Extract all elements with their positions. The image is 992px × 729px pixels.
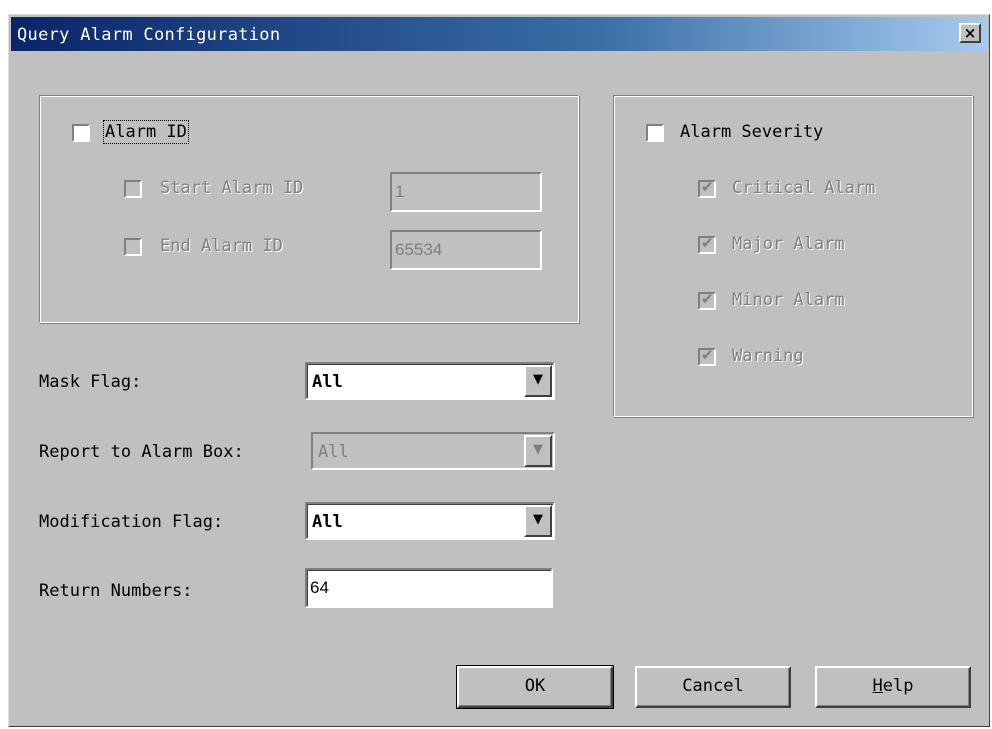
chevron-down-icon[interactable]: ▼: [524, 435, 552, 467]
query-alarm-dialog: Query Alarm Configuration × Alarm ID Sta…: [8, 14, 990, 727]
alarm-severity-group: Alarm Severity ✔ Critical Alarm ✔ Major …: [613, 95, 973, 417]
checkmark-icon: ✔: [701, 290, 714, 308]
cancel-button[interactable]: Cancel: [635, 666, 791, 708]
start-alarm-id-label: Start Alarm ID: [160, 178, 304, 198]
alarm-severity-checkbox[interactable]: [646, 124, 664, 142]
end-alarm-id-label: End Alarm ID: [160, 236, 283, 256]
chevron-down-icon[interactable]: ▼: [524, 365, 552, 397]
report-to-alarm-box-select[interactable]: All ▼: [311, 432, 555, 470]
chevron-down-icon[interactable]: ▼: [524, 505, 552, 537]
minor-alarm-checkbox[interactable]: ✔: [698, 290, 716, 310]
critical-alarm-checkbox[interactable]: ✔: [698, 178, 716, 198]
report-to-alarm-box-value: All: [318, 442, 349, 462]
return-numbers-label: Return Numbers:: [39, 581, 193, 601]
return-numbers-input[interactable]: 64: [305, 568, 553, 608]
start-alarm-id-input[interactable]: 1: [390, 172, 542, 212]
warning-label: Warning: [732, 346, 804, 366]
modification-flag-select[interactable]: All ▼: [305, 502, 555, 540]
minor-alarm-label: Minor Alarm: [732, 290, 845, 310]
start-alarm-id-checkbox[interactable]: [124, 180, 142, 198]
major-alarm-label: Major Alarm: [732, 234, 845, 254]
alarm-id-label[interactable]: Alarm ID: [103, 120, 189, 144]
alarm-id-checkbox[interactable]: [72, 124, 90, 142]
end-alarm-id-checkbox[interactable]: [124, 238, 142, 256]
close-icon[interactable]: ×: [959, 23, 981, 43]
checkmark-icon: ✔: [701, 178, 714, 196]
mask-flag-select[interactable]: All ▼: [305, 362, 555, 400]
end-alarm-id-input[interactable]: 65534: [390, 230, 542, 270]
warning-checkbox[interactable]: ✔: [698, 346, 716, 366]
dialog-title: Query Alarm Configuration: [17, 25, 281, 45]
help-accelerator: H: [872, 676, 883, 696]
report-to-alarm-box-label: Report to Alarm Box:: [39, 442, 244, 462]
modification-flag-value: All: [312, 512, 343, 532]
mask-flag-label: Mask Flag:: [39, 372, 142, 392]
help-label: elp: [882, 676, 914, 696]
help-button[interactable]: Help: [815, 666, 971, 708]
modification-flag-label: Modification Flag:: [39, 512, 224, 532]
alarm-id-group: Alarm ID Start Alarm ID 1 End Alarm ID 6…: [39, 95, 579, 323]
checkmark-icon: ✔: [701, 234, 714, 252]
mask-flag-value: All: [312, 372, 343, 392]
alarm-severity-label[interactable]: Alarm Severity: [680, 122, 823, 142]
major-alarm-checkbox[interactable]: ✔: [698, 234, 716, 254]
ok-button[interactable]: OK: [456, 665, 614, 709]
title-bar[interactable]: Query Alarm Configuration ×: [11, 17, 987, 51]
checkmark-icon: ✔: [701, 346, 714, 364]
critical-alarm-label: Critical Alarm: [732, 178, 876, 198]
